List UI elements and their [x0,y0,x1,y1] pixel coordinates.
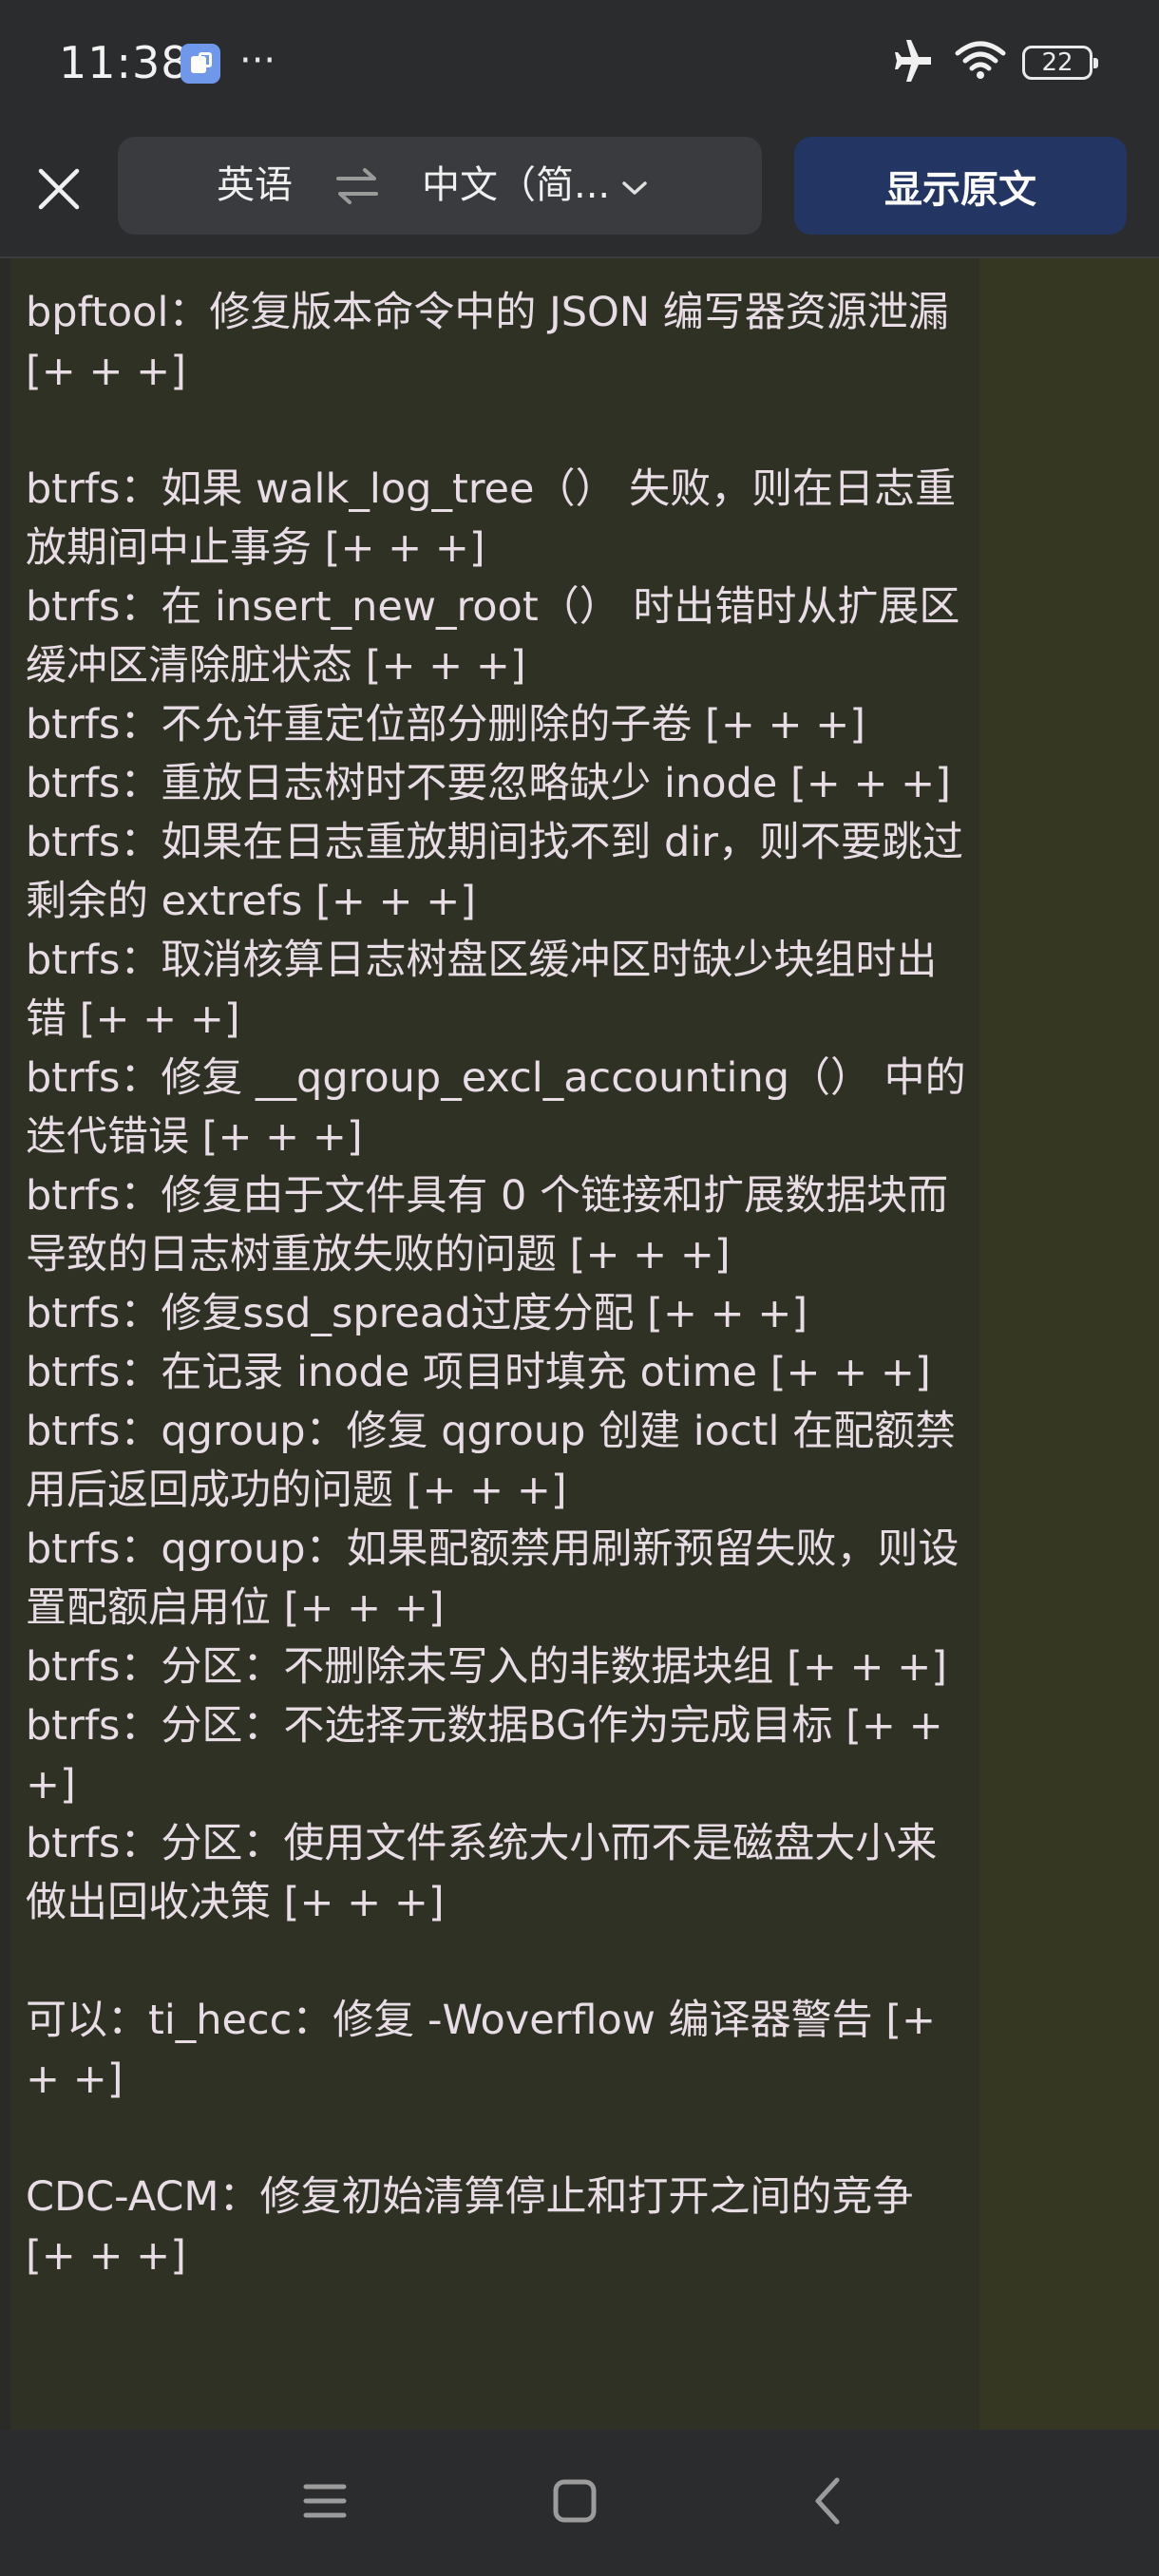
list-item: btrfs：修复由于文件具有 0 个链接和扩展数据块而导致的日志树重放失败的问题… [26,1172,949,1279]
list-item: btrfs：修复ssd_spread过度分配 [+ + +] [26,1290,808,1337]
translation-toolbar: 英语 中文（简... 显示原文 [0,128,1159,258]
home-button[interactable] [542,2470,608,2536]
list-item: CDC-ACM：修复初始清算停止和打开之间的竞争 [+ + +] [26,2173,914,2280]
changelog-list: bpftool：修复版本命令中的 JSON 编写器资源泄漏 [+ + +] btr… [26,283,976,2285]
wifi-icon [954,40,1007,85]
recent-apps-button[interactable] [292,2470,358,2536]
swap-arrows-icon [334,168,380,211]
content-right-pane [979,258,1159,2430]
list-item: btrfs：不允许重定位部分删除的子卷 [+ + +] [26,701,866,748]
list-item: btrfs：分区：不选择元数据BG作为完成目标 [+ + +] [26,1702,943,1809]
chevron-down-icon [621,137,648,235]
source-language[interactable]: 英语 [217,137,293,235]
app-notification-icon [180,44,220,84]
swap-languages-button[interactable] [334,165,380,207]
list-item: 可以：ti_hecc：修复 -Woverflow 编译器警告 [+ + +] [26,1997,937,2103]
list-item: btrfs：如果 walk_log_tree（） 失败，则在日志重放期间中止事务… [26,465,957,572]
status-more-indicator: ··· [239,39,276,83]
list-item: btrfs：重放日志树时不要忽略缺少 inode [+ + +] [26,760,951,807]
target-language: 中文（简... [422,163,611,207]
list-item: btrfs：qgroup：修复 qgroup 创建 ioctl 在配额禁用后返回… [26,1408,957,1514]
list-item: btrfs：如果在日志重放期间找不到 dir，则不要跳过剩余的 extrefs … [26,819,963,925]
home-square-icon [552,2478,598,2528]
list-item: btrfs：取消核算日志树盘区缓冲区时缺少块组时出错 [+ + +] [26,937,938,1043]
close-button[interactable] [21,153,97,229]
status-bar: 11:38 ··· 22 [0,0,1159,128]
list-item: btrfs：修复 __qgroup_excl_accounting（） 中的迭代… [26,1054,966,1161]
close-icon [37,167,81,215]
status-time: 11:38 [59,37,190,88]
show-original-button[interactable]: 显示原文 [794,137,1127,235]
target-language-dropdown[interactable]: 中文（简... [422,137,648,235]
battery-icon: 22 [1022,46,1098,80]
list-item: bpftool：修复版本命令中的 JSON 编写器资源泄漏 [+ + +] [26,289,949,395]
list-item: btrfs：在 insert_new_root（） 时出错时从扩展区缓冲区清除脏… [26,583,960,690]
content-left-edge [0,258,10,2430]
battery-level: 22 [1041,48,1074,77]
list-item: btrfs：分区：使用文件系统大小而不是磁盘大小来做出回收决策 [+ + +] [26,1820,938,1926]
list-item: btrfs：在记录 inode 项目时填充 otime [+ + +] [26,1349,931,1396]
back-button[interactable] [794,2470,861,2536]
list-item: btrfs：分区：不删除未写入的非数据块组 [+ + +] [26,1643,948,1691]
translated-page-content[interactable]: bpftool：修复版本命令中的 JSON 编写器资源泄漏 [+ + +] btr… [0,258,1159,2430]
system-navigation-bar [0,2430,1159,2576]
language-selector: 英语 中文（简... [118,137,762,235]
airplane-mode-icon [889,40,939,85]
back-chevron-icon [810,2476,845,2529]
menu-icon [302,2481,348,2525]
list-item: btrfs：qgroup：如果配额禁用刷新预留失败，则设置配额启用位 [+ + … [26,1525,960,1632]
status-indicators: 22 [889,36,1098,89]
